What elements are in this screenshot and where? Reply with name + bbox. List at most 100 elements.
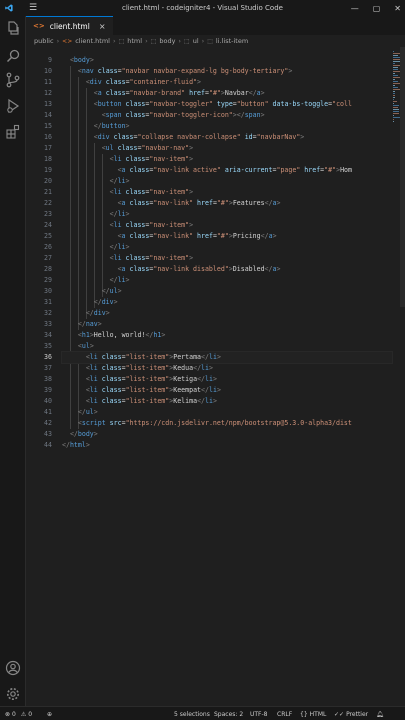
chevron-right-icon: › (178, 37, 182, 45)
code-line[interactable]: <h1>Hello, world!</h1> (62, 330, 392, 341)
breadcrumb-item[interactable]: li.list-item (216, 37, 248, 45)
code-line[interactable]: <div class="container-fluid"> (62, 77, 392, 88)
chevron-right-icon: › (112, 37, 116, 45)
code-line[interactable]: <body> (62, 55, 392, 66)
breadcrumb-item[interactable]: html (127, 37, 142, 45)
line-number: 15 (44, 122, 52, 130)
code-line[interactable]: <nav class="navbar navbar-expand-lg bg-b… (62, 66, 392, 77)
code-line[interactable]: </nav> (62, 319, 392, 330)
problems-indicator[interactable]: ⊗ 0 ⚠ 0 (5, 707, 32, 720)
code-line[interactable]: <li class="list-item">Kelima</li> (62, 396, 392, 407)
code-line[interactable]: <a class="navbar-brand" href="#">Navbar<… (62, 88, 392, 99)
minimap-line (393, 79, 396, 80)
error-icon: ⊗ (5, 710, 11, 718)
search-icon[interactable] (5, 48, 21, 64)
code-line[interactable]: <li class="list-item">Pertama</li> (61, 351, 393, 364)
code-line[interactable]: </button> (62, 121, 392, 132)
code-line[interactable]: <ul> (62, 341, 392, 352)
menu-icon[interactable]: ☰ (29, 3, 37, 13)
minimap-line (393, 51, 395, 52)
element-icon: ⬚ (184, 37, 190, 45)
prettier-status[interactable]: ✓✓ Prettier (334, 707, 368, 720)
code-line[interactable]: </div> (62, 297, 392, 308)
indentation-status[interactable]: Spaces: 2 (214, 707, 243, 720)
code-line[interactable]: <li class="nav-item"> (62, 154, 392, 165)
minimap-line (393, 55, 398, 56)
line-number: 33 (44, 320, 52, 328)
code-line[interactable]: </html> (62, 440, 392, 451)
breadcrumb-item[interactable]: body (159, 37, 175, 45)
minimap-line (393, 115, 395, 116)
code-line[interactable]: <a class="nav-link active" aria-current=… (62, 165, 392, 176)
breadcrumb-item[interactable]: client.html (75, 37, 110, 45)
code-line[interactable]: </body> (62, 429, 392, 440)
minimap-line (393, 119, 395, 120)
code-line[interactable]: </li> (62, 176, 392, 187)
code-line[interactable]: <li class="list-item">Kedua</li> (62, 363, 392, 374)
tab-client-html[interactable]: <> client.html × (26, 16, 113, 35)
language-mode[interactable]: {} HTML (300, 707, 326, 720)
vertical-scrollbar[interactable] (400, 47, 405, 307)
code-line[interactable]: <a class="nav-link" href="#">Features</a… (62, 198, 392, 209)
maximize-icon[interactable]: ▢ (373, 4, 381, 13)
close-window-icon[interactable]: ✕ (394, 4, 401, 13)
minimap-line (393, 103, 395, 104)
code-line[interactable]: </ul> (62, 407, 392, 418)
code-line[interactable]: <li class="nav-item"> (62, 253, 392, 264)
code-editor[interactable]: 9 10 11 12 13 14 15 16 17 18 19 20 21 22 23 24 25 26 27 28 2… (26, 47, 405, 706)
line-number: 31 (44, 298, 52, 306)
line-number: 16 (44, 133, 52, 141)
code-line[interactable]: <a class="nav-link disabled">Disabled</a… (62, 264, 392, 275)
explorer-icon[interactable] (5, 20, 21, 36)
selection-status[interactable]: 5 selections (174, 707, 210, 720)
encoding-status[interactable]: UTF-8 (250, 707, 268, 720)
run-debug-icon[interactable] (5, 98, 21, 114)
settings-gear-icon[interactable] (5, 686, 21, 702)
code-line[interactable]: </ul> (62, 286, 392, 297)
minimap-line (393, 69, 398, 70)
code-line[interactable]: <button class="navbar-toggler" type="but… (62, 99, 392, 110)
html-file-icon: <> (62, 37, 73, 45)
code-line[interactable]: </div> (62, 308, 392, 319)
minimap-line (393, 99, 395, 100)
breadcrumb-item[interactable]: ul (193, 37, 199, 45)
code-line[interactable]: </li> (62, 242, 392, 253)
code-line[interactable]: <a class="nav-link" href="#">Pricing</a> (62, 231, 392, 242)
source-control-icon[interactable] (5, 72, 21, 88)
account-icon[interactable] (5, 660, 21, 676)
close-tab-icon[interactable]: × (99, 22, 106, 31)
eol-status[interactable]: CRLF (277, 707, 292, 720)
minimize-icon[interactable]: — (351, 4, 359, 13)
minimap-line (393, 67, 398, 68)
line-number: 17 (44, 144, 52, 152)
code-line[interactable]: <li class="list-item">Ketiga</li> (62, 374, 392, 385)
line-number: 18 (44, 155, 52, 163)
extensions-icon[interactable] (5, 124, 21, 140)
line-number: 12 (44, 89, 52, 97)
code-line[interactable]: <li class="nav-item"> (62, 187, 392, 198)
code-line[interactable]: <span class="navbar-toggler-icon"></span… (62, 110, 392, 121)
chevron-right-icon: › (145, 37, 148, 45)
code-line[interactable]: </li> (62, 275, 392, 286)
chevron-right-icon: › (56, 37, 60, 45)
breadcrumb: public › <> client.html › ⬚ html › ⬚ bod… (26, 35, 405, 47)
minimap-line (393, 87, 398, 88)
breadcrumb-item[interactable]: public (34, 37, 54, 45)
line-number: 40 (44, 397, 52, 405)
code-line[interactable]: <li class="list-item">Keempat</li> (62, 385, 392, 396)
code-line[interactable]: </li> (62, 209, 392, 220)
minimap-line (393, 73, 396, 74)
activity-bar (0, 16, 26, 706)
minimap-line (393, 95, 395, 96)
ports-icon[interactable]: ⊕ (47, 707, 52, 720)
code-line[interactable]: <ul class="navbar-nav"> (62, 143, 392, 154)
line-number: 38 (44, 375, 52, 383)
code-line[interactable]: <script src="https://cdn.jsdelivr.net/np… (62, 418, 392, 429)
minimap-line (393, 113, 399, 114)
code-line[interactable]: <li class="nav-item"> (62, 220, 392, 231)
code-line[interactable]: <div class="collapse navbar-collapse" id… (62, 132, 392, 143)
tab-label: client.html (49, 21, 90, 31)
line-number: 37 (44, 364, 52, 372)
code-area[interactable]: <body> <nav class="navbar navbar-expand-… (61, 55, 393, 451)
notifications-bell-icon[interactable]: 🔔︎ (376, 707, 384, 720)
